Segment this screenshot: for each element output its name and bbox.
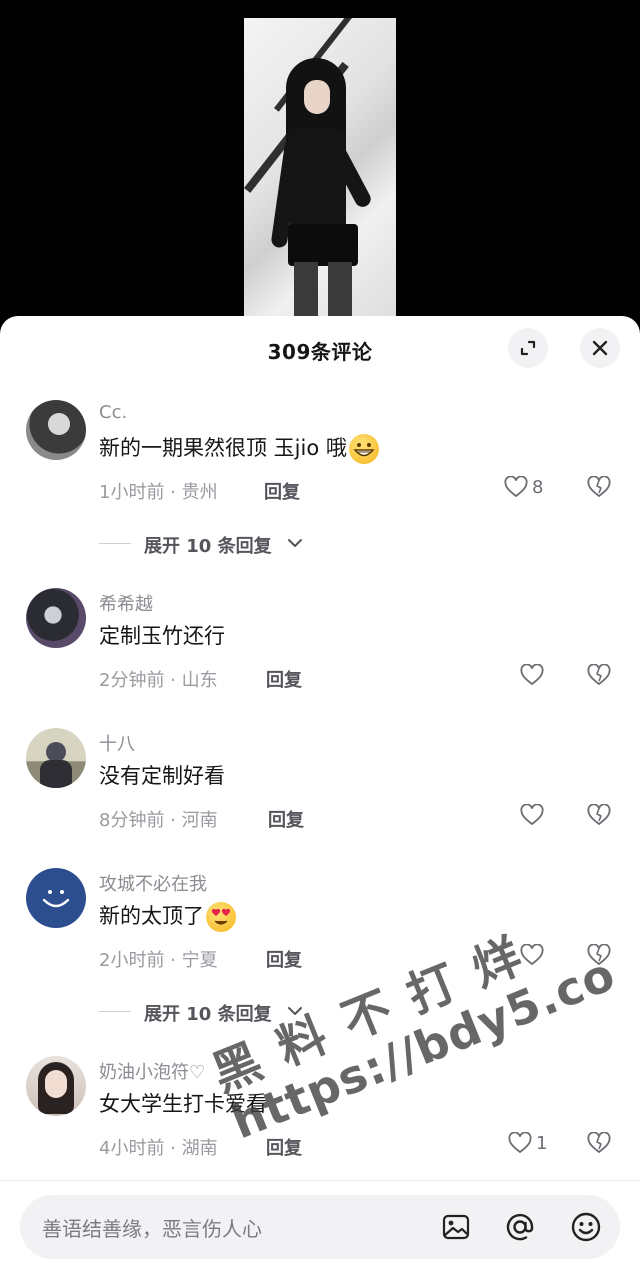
dislike-button[interactable] [586,803,612,830]
broken-heart-icon [587,1131,611,1154]
comment-item[interactable]: 十八 没有定制好看 8分钟前 · 河南 回复 [0,708,640,848]
comment-text: 女大学生打卡爱看 [99,1092,267,1116]
heart-icon [508,1132,532,1154]
reply-button[interactable]: 回复 [264,478,300,504]
emoji-button[interactable] [568,1209,604,1245]
image-icon [442,1214,470,1240]
comment-username[interactable]: 十八 [99,730,135,756]
broken-heart-icon [587,663,611,686]
like-button[interactable]: 1 [508,1132,547,1154]
grin-emoji-icon [348,434,379,464]
broken-heart-icon [587,803,611,826]
reply-button[interactable]: 回复 [268,806,304,832]
like-button[interactable]: 8 [504,476,543,498]
comment-username[interactable]: 奶油小泡符♡ [99,1058,205,1084]
comment-item[interactable]: 攻城不必在我 新的太顶了 2小时前 · 宁夏 回复 [0,848,640,988]
at-icon [506,1213,534,1241]
comments-sheet: 309条评论 Cc. 新的一期果然很顶 玉jio 哦 1小时前 · 贵州 回复 [0,316,640,1280]
heart-icon [504,476,528,498]
like-button[interactable] [520,664,548,686]
dislike-button[interactable] [586,1131,612,1158]
reply-button[interactable]: 回复 [266,946,302,972]
avatar[interactable] [26,728,86,788]
divider [99,1011,131,1012]
comment-text: 新的太顶了 [99,900,236,932]
divider [99,543,131,544]
comment-text: 新的一期果然很顶 玉jio 哦 [99,432,379,464]
video-frame[interactable] [244,18,396,330]
comment-item[interactable]: 希希越 定制玉竹还行 2分钟前 · 山东 回复 [0,568,640,708]
heart-icon [520,804,544,826]
fullscreen-button[interactable] [508,328,548,368]
comment-input-placeholder: 善语结善缘，恶言伤人心 [42,1217,262,1241]
chevron-down-icon [288,539,302,547]
avatar[interactable] [26,400,86,460]
figure-shorts [288,224,358,266]
comment-meta: 2分钟前 · 山东 [99,670,218,691]
avatar[interactable] [26,588,86,648]
comment-list[interactable]: Cc. 新的一期果然很顶 玉jio 哦 1小时前 · 贵州 回复 8 展开 10… [0,380,640,1176]
image-button[interactable] [438,1209,474,1245]
like-button[interactable] [520,944,548,966]
reply-button[interactable]: 回复 [266,1134,302,1160]
expand-replies[interactable]: 展开 10 条回复 [0,520,640,568]
expand-replies-label[interactable]: 展开 10 条回复 [144,1000,272,1026]
expand-icon [520,340,536,356]
comment-item[interactable]: 奶油小泡符♡ 女大学生打卡爱看 4小时前 · 湖南 回复 1 [0,1036,640,1176]
comment-meta: 4小时前 · 湖南 [99,1138,218,1159]
comment-text-body: 新的一期果然很顶 玉jio 哦 [99,436,347,460]
broken-heart-icon [587,475,611,498]
dislike-button[interactable] [586,475,612,502]
heart-icon [520,944,544,966]
comment-text: 没有定制好看 [99,764,225,788]
heart-icon [520,664,544,686]
figure-face [304,80,330,114]
figure-top [290,128,346,238]
comment-input[interactable]: 善语结善缘，恶言伤人心 [20,1195,620,1259]
expand-replies[interactable]: 展开 10 条回复 [0,988,640,1036]
broken-heart-icon [587,943,611,966]
comment-username[interactable]: Cc. [99,402,127,423]
like-count: 8 [532,476,544,498]
comment-input-bar: 善语结善缘，恶言伤人心 [0,1180,640,1280]
smiley-icon [571,1212,601,1242]
sheet-header: 309条评论 [0,316,640,380]
comment-username[interactable]: 希希越 [99,590,153,616]
dislike-button[interactable] [586,943,612,970]
video-player[interactable] [0,0,640,330]
comment-text-body: 新的太顶了 [99,904,204,928]
like-button[interactable] [520,804,548,826]
like-count: 1 [536,1132,548,1154]
mention-button[interactable] [502,1209,538,1245]
comment-username[interactable]: 攻城不必在我 [99,870,207,896]
close-button[interactable] [580,328,620,368]
comment-meta: 1小时前 · 贵州 [99,482,218,503]
reply-button[interactable]: 回复 [266,666,302,692]
comment-text: 定制玉竹还行 [99,624,225,648]
comment-meta: 8分钟前 · 河南 [99,810,218,831]
close-icon [592,340,608,356]
expand-replies-label[interactable]: 展开 10 条回复 [144,532,272,558]
chevron-down-icon [288,1007,302,1015]
comment-item[interactable]: Cc. 新的一期果然很顶 玉jio 哦 1小时前 · 贵州 回复 8 [0,380,640,520]
dislike-button[interactable] [586,663,612,690]
heart-eyes-emoji-icon [206,902,236,932]
comment-meta: 2小时前 · 宁夏 [99,950,218,971]
avatar[interactable] [26,868,86,928]
avatar[interactable] [26,1056,86,1116]
